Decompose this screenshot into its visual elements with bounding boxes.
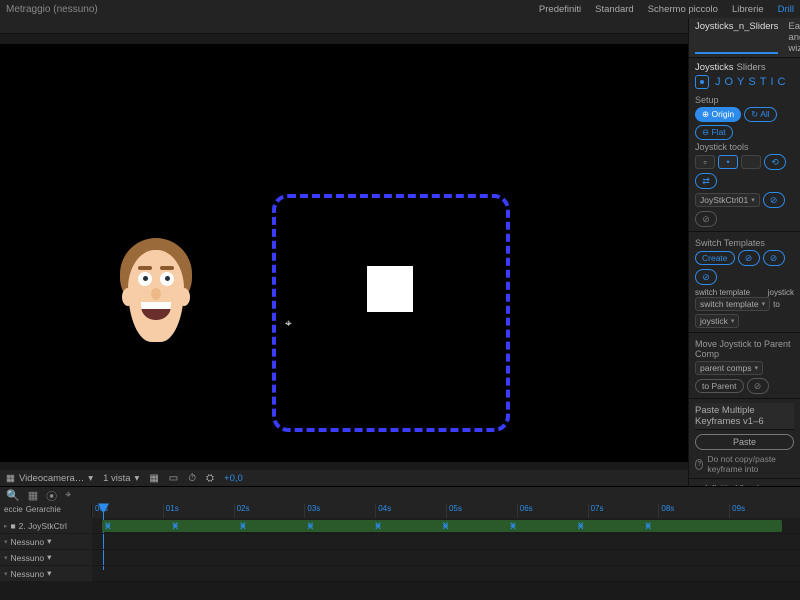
- mask-icon[interactable]: ▭: [169, 473, 178, 484]
- prop-row-2[interactable]: ▾Nessuno ▾: [0, 550, 92, 566]
- parent-comps-dropdown[interactable]: parent comps: [695, 361, 763, 375]
- camera-dropdown[interactable]: ▦ Videocamera… ▾: [6, 473, 93, 484]
- paste-panel-title: Paste Multiple Keyframes v1–6: [695, 405, 794, 427]
- prop-row-1[interactable]: ▾Nessuno ▾: [0, 534, 92, 550]
- composition-viewport[interactable]: ⌖: [0, 44, 688, 462]
- timeline-search-icon[interactable]: 🔍: [6, 489, 20, 502]
- layer-row[interactable]: ▸■ 2. JoyStkCtrl: [0, 518, 92, 534]
- joystick-logo-icon: [695, 75, 709, 89]
- tools-label: Joystick tools: [695, 142, 794, 152]
- js-tab-sliders[interactable]: Sliders: [737, 62, 766, 73]
- link-tool-toggle[interactable]: ⇄: [695, 173, 717, 189]
- panel-tab-joysticks[interactable]: Joysticks_n_Sliders: [695, 21, 778, 54]
- help-icon[interactable]: ?: [695, 459, 703, 470]
- col-eccie[interactable]: eccie: [4, 505, 23, 514]
- col-gerarchie[interactable]: Gerarchie: [26, 505, 61, 514]
- composition-header: [0, 18, 688, 34]
- brush-tab-2[interactable]: Librerie: [735, 483, 763, 486]
- joystick-bounds[interactable]: [272, 194, 510, 432]
- create-button[interactable]: Create: [695, 251, 735, 265]
- prop-row-3[interactable]: ▾Nessuno ▾: [0, 566, 92, 582]
- link-tool-on[interactable]: ⟲: [764, 154, 786, 170]
- keyframes-row-2[interactable]: ✕✕✕✕✕✕✕✕✕: [104, 520, 652, 531]
- timeline-tracks[interactable]: ✕✕✕✕✕✕✕✕✕ ✕✕✕✕✕✕✕✕✕: [92, 518, 800, 582]
- panel-tab-ease[interactable]: Ease and wiz: [788, 21, 800, 54]
- composition-name: Metraggio (nessuno): [6, 4, 98, 15]
- workspace-predefiniti[interactable]: Predefiniti: [539, 4, 581, 15]
- workspace-schermo[interactable]: Schermo piccolo: [648, 4, 718, 15]
- joystick-dropdown[interactable]: joystick: [695, 314, 739, 328]
- swt-link-1[interactable]: ⊘: [738, 250, 760, 266]
- origin-button[interactable]: ⊕ Origin: [695, 107, 741, 122]
- workspace-librerie[interactable]: Librerie: [732, 4, 764, 15]
- switch-templates-label: Switch Templates: [695, 238, 794, 248]
- switch-template-col: switch template: [695, 288, 750, 297]
- timeline-graph-icon[interactable]: ⦿: [46, 488, 57, 504]
- timeline-comp-icon[interactable]: ▦: [28, 489, 38, 502]
- swt-link-2[interactable]: ⊘: [763, 250, 785, 266]
- paste-button[interactable]: Paste: [695, 434, 794, 450]
- all-button[interactable]: ↻ All: [744, 107, 776, 122]
- grid-icon[interactable]: ▦: [149, 473, 158, 484]
- flat-button[interactable]: ⊖ Flat: [695, 125, 733, 140]
- swt-link-3[interactable]: ⊘: [695, 269, 717, 285]
- workspace-standard[interactable]: Standard: [595, 4, 634, 15]
- switch-template-dropdown[interactable]: switch template: [695, 297, 770, 311]
- exposure-icon[interactable]: ⛭: [206, 473, 214, 484]
- joystick-col: joystick: [768, 288, 794, 297]
- js-tab-joysticks[interactable]: Joysticks: [695, 62, 734, 73]
- to-parent-button[interactable]: to Parent: [695, 379, 744, 393]
- workspace-drill[interactable]: Drill: [778, 4, 794, 15]
- to-label: to: [773, 300, 780, 309]
- cursor-icon: ⌖: [285, 316, 292, 331]
- setup-label: Setup: [695, 95, 794, 105]
- brush-tab-1[interactable]: redefiniti: [695, 483, 727, 486]
- view-count[interactable]: 1 vista ▾: [103, 473, 139, 484]
- time-ruler[interactable]: 00s01s02s03s04s05s06s07s08s09s: [92, 504, 800, 518]
- move-label: Move Joystick to Parent Comp: [695, 339, 794, 359]
- timeline-snap-icon[interactable]: ⌖: [65, 489, 71, 502]
- character-head[interactable]: [120, 244, 192, 354]
- joystick-logo-text: JOYSTIC: [715, 76, 789, 88]
- snapshot-icon[interactable]: ⏱: [188, 473, 196, 484]
- parent-link[interactable]: ⊘: [747, 378, 769, 394]
- tool-blank[interactable]: [741, 155, 761, 169]
- controller-dropdown[interactable]: JoyStkCtrl01: [695, 193, 760, 207]
- tool-dot[interactable]: •: [718, 155, 738, 169]
- tool-box[interactable]: ▫: [695, 155, 715, 169]
- unlink-controller[interactable]: ⊘: [695, 211, 717, 227]
- paste-note: Do not copy/paste keyframe into: [707, 454, 794, 474]
- workspace-switcher: Predefiniti Standard Schermo piccolo Lib…: [539, 4, 794, 15]
- link-controller[interactable]: ⊘: [763, 192, 785, 208]
- exposure-value[interactable]: +0,0: [224, 473, 243, 484]
- joystick-controller[interactable]: [367, 266, 413, 312]
